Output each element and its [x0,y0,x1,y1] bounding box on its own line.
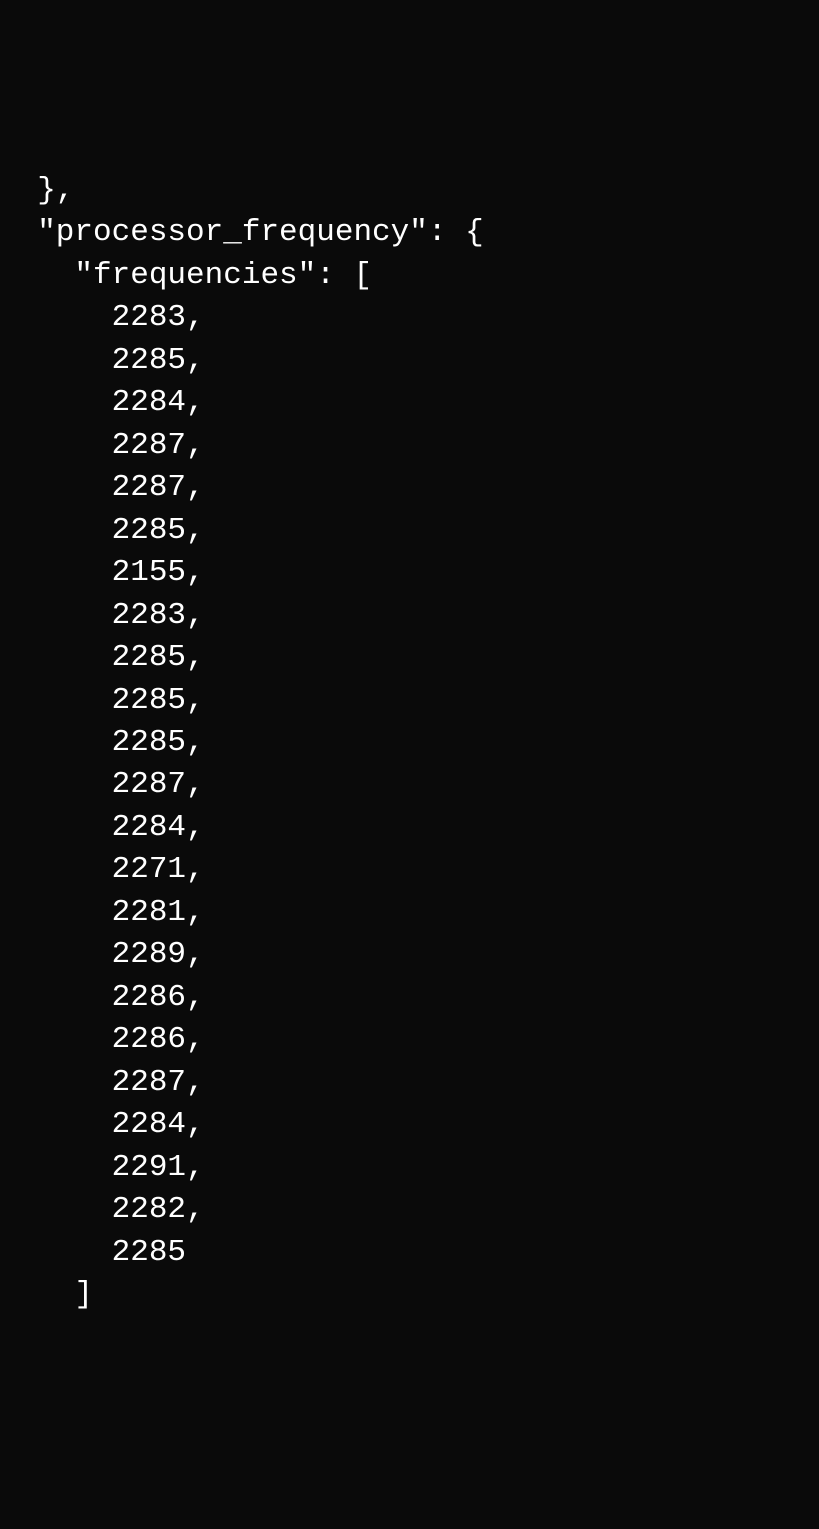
frequency-value-21: 2282, [0,1192,205,1227]
frequency-value-22: 2285 [0,1235,186,1270]
code-block: }, "processor_frequency": { "frequencies… [0,170,819,1317]
frequency-value-19: 2284, [0,1107,205,1142]
frequency-value-8: 2285, [0,640,205,675]
code-line-array-close: ] [0,1277,93,1312]
frequency-value-4: 2287, [0,470,205,505]
code-line-close-brace: }, [0,173,74,208]
frequency-value-5: 2285, [0,513,205,548]
frequency-value-13: 2271, [0,852,205,887]
frequency-value-14: 2281, [0,895,205,930]
code-line-key-processor-frequency: "processor_frequency": { [0,215,484,250]
frequency-value-6: 2155, [0,555,205,590]
frequency-value-17: 2286, [0,1022,205,1057]
frequency-value-15: 2289, [0,937,205,972]
frequency-value-16: 2286, [0,980,205,1015]
frequency-value-10: 2285, [0,725,205,760]
frequency-value-0: 2283, [0,300,205,335]
frequency-value-9: 2285, [0,683,205,718]
frequency-value-7: 2283, [0,598,205,633]
code-line-key-frequencies: "frequencies": [ [0,258,372,293]
frequency-value-20: 2291, [0,1150,205,1185]
frequency-value-1: 2285, [0,343,205,378]
frequency-value-18: 2287, [0,1065,205,1100]
frequency-value-12: 2284, [0,810,205,845]
frequency-value-2: 2284, [0,385,205,420]
frequency-value-11: 2287, [0,767,205,802]
frequency-value-3: 2287, [0,428,205,463]
